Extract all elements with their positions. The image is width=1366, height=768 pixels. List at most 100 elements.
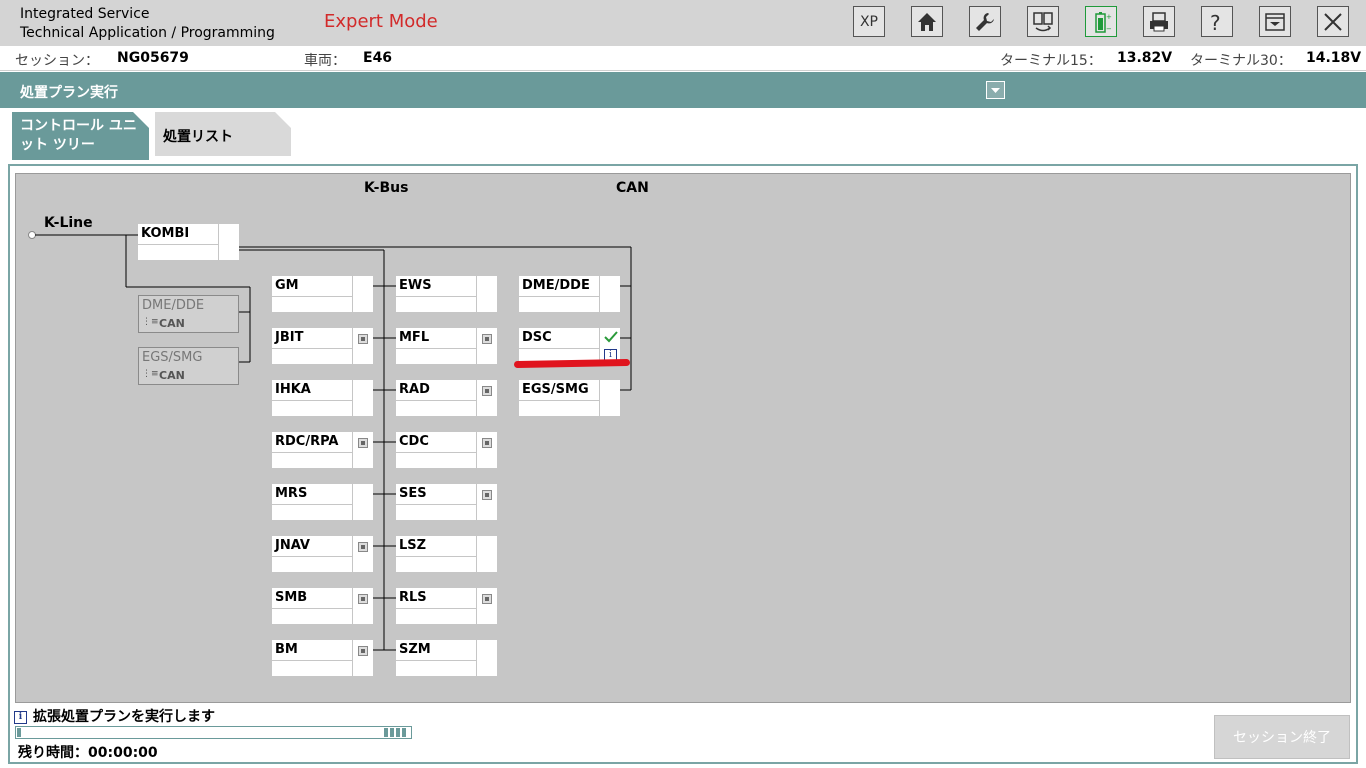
ecu-bm[interactable]: BM [272, 640, 373, 676]
ecu-rad[interactable]: RAD [396, 380, 497, 416]
ecu-divider [272, 296, 352, 297]
expand-icon[interactable] [358, 594, 368, 604]
checkmark-icon [604, 331, 618, 343]
expand-icon[interactable] [482, 438, 492, 448]
home-icon [918, 12, 936, 31]
ecu-mfl[interactable]: MFL [396, 328, 497, 364]
ecu-gm[interactable]: GM [272, 276, 373, 312]
ecu-divider [272, 348, 352, 349]
swap-icon [1033, 11, 1053, 31]
ecu-ses[interactable]: SES [396, 484, 497, 520]
ecu-jbit[interactable]: JBIT [272, 328, 373, 364]
battery-button[interactable]: + − [1085, 6, 1117, 37]
ecu-can-egs-smg[interactable]: EGS/SMG [519, 380, 620, 416]
expand-icon[interactable] [358, 542, 368, 552]
vehicle-value: E46 [363, 50, 393, 66]
battery-icon: +− [1095, 11, 1112, 33]
ecu-divider [272, 452, 352, 453]
help-icon: ? [1210, 11, 1221, 34]
ecu-rls[interactable]: RLS [396, 588, 497, 624]
section-header: 処置プラン実行 [0, 72, 1366, 108]
vehicle-label: 車両： [304, 53, 346, 69]
help-button[interactable]: ? [1201, 6, 1233, 37]
expand-icon[interactable] [358, 334, 368, 344]
mode-label: Expert Mode [324, 11, 438, 32]
tab-control-unit-tree-label: コントロール ユニット ツリー [20, 118, 137, 153]
app-title-line1: Integrated Service [20, 6, 150, 22]
ecu-lsz[interactable]: LSZ [396, 536, 497, 572]
ecu-divider [352, 640, 353, 676]
svg-text:+: + [1106, 13, 1112, 21]
expand-icon[interactable] [358, 646, 368, 656]
ecu-divider [352, 588, 353, 624]
ecu-divider [476, 328, 477, 364]
ecu-smb[interactable]: SMB [272, 588, 373, 624]
ecu-divider [396, 348, 476, 349]
ecu-label: RAD [399, 382, 430, 397]
ecu-kombi[interactable]: KOMBI [138, 224, 239, 260]
ecu-label: IHKA [275, 382, 311, 397]
expand-icon[interactable] [482, 334, 492, 344]
ecu-dim-label: EGS/SMG [142, 350, 203, 365]
ecu-label: GM [275, 278, 299, 293]
tree-icon: ⋮≡ [142, 369, 159, 379]
expand-icon[interactable] [482, 490, 492, 500]
ecu-label: SES [399, 486, 427, 501]
ecu-divider [476, 640, 477, 676]
ecu-divider [138, 244, 218, 245]
ecu-divider [476, 276, 477, 312]
ecu-can-dme-dde[interactable]: DME/DDE [519, 276, 620, 312]
ecu-divider [519, 400, 599, 401]
ecu-mrs[interactable]: MRS [272, 484, 373, 520]
ecu-label: JNAV [275, 538, 310, 553]
swap-button[interactable] [1027, 6, 1059, 37]
ecu-dme-dde-dimmed[interactable]: DME/DDE ⋮≡ CAN [138, 295, 239, 333]
tab-action-list[interactable]: 処置リスト [155, 112, 291, 156]
terminal15-label: ターミナル15： [1000, 53, 1102, 69]
ecu-divider [476, 484, 477, 520]
expand-icon[interactable] [482, 386, 492, 396]
ecu-szm[interactable]: SZM [396, 640, 497, 676]
printer-icon [1150, 11, 1168, 31]
end-session-button[interactable]: セッション終了 [1214, 715, 1350, 759]
chevron-down-icon [991, 88, 1000, 93]
expand-icon[interactable] [482, 594, 492, 604]
session-value: NG05679 [117, 50, 189, 66]
collapse-panel-button[interactable] [1259, 6, 1291, 37]
ecu-ihka[interactable]: IHKA [272, 380, 373, 416]
ecu-dim-sub: CAN [159, 369, 185, 382]
expand-icon[interactable] [358, 438, 368, 448]
ecu-cdc[interactable]: CDC [396, 432, 497, 468]
ecu-jnav[interactable]: JNAV [272, 536, 373, 572]
home-button[interactable] [911, 6, 943, 37]
tab-action-list-label: 処置リスト [163, 129, 233, 145]
ecu-rdc-rpa[interactable]: RDC/RPA [272, 432, 373, 468]
xp-button[interactable]: XP [853, 6, 885, 37]
progress-fill [17, 728, 21, 737]
ecu-divider [396, 452, 476, 453]
terminal15-value: 13.82V [1117, 50, 1173, 66]
section-collapse-button[interactable] [986, 81, 1005, 99]
service-functions-button[interactable] [969, 6, 1001, 37]
ecu-divider [396, 660, 476, 661]
ecu-divider [396, 608, 476, 609]
session-info-bar: セッション： NG05679 車両： E46 ターミナル15： 13.82V タ… [0, 46, 1366, 71]
ecu-egs-smg-dimmed[interactable]: EGS/SMG ⋮≡ CAN [138, 347, 239, 385]
ecu-divider [272, 608, 352, 609]
terminal30-value: 14.18V [1306, 50, 1362, 66]
ecu-label: RLS [399, 590, 427, 605]
ecu-divider [519, 296, 599, 297]
ecu-label: BM [275, 642, 298, 657]
ecu-divider [352, 484, 353, 520]
ecu-label: EGS/SMG [522, 382, 589, 397]
progress-bar [15, 726, 412, 739]
close-button[interactable] [1317, 6, 1349, 37]
ecu-ews[interactable]: EWS [396, 276, 497, 312]
ecu-divider [352, 328, 353, 364]
print-button[interactable] [1143, 6, 1175, 37]
tab-control-unit-tree[interactable]: コントロール ユニット ツリー [12, 112, 149, 160]
ecu-divider [476, 536, 477, 572]
ecu-label: EWS [399, 278, 432, 293]
session-label: セッション： [15, 53, 99, 69]
ecu-divider [396, 296, 476, 297]
